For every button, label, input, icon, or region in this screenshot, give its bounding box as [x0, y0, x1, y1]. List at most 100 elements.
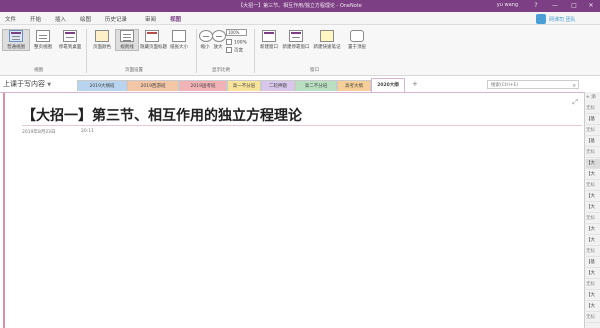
ribbon-separator [254, 29, 255, 73]
ribbon-separator [196, 29, 197, 73]
user-name[interactable]: yu wang [497, 2, 518, 8]
page-list-item[interactable]: 【基 [586, 137, 600, 147]
close-button[interactable]: ✕ [584, 0, 598, 12]
normal-view-button[interactable]: 普通视图 [2, 29, 30, 51]
title-underline [22, 125, 582, 126]
page-list-item[interactable]: 无标 [586, 126, 600, 136]
zoom-level-select[interactable]: 100% [226, 29, 247, 36]
new-window-label: 新建窗口 [260, 45, 278, 50]
zoom-select-row: 100% [226, 29, 247, 36]
tab-review[interactable]: 审阅 [145, 15, 156, 23]
zoom-in-icon [212, 30, 226, 42]
page-list-item[interactable]: 【大 [586, 192, 600, 202]
page-time: 20:11 [81, 129, 94, 134]
page-canvas[interactable]: ⤢ 【大招一】第三节、相互作用的独立方程理论 2019年8月23日 20:11 [3, 93, 584, 328]
add-section-button[interactable]: + [412, 80, 418, 88]
tab-insert[interactable]: 插入 [55, 15, 66, 23]
ribbon-tab-strip: 文件 开始 插入 绘图 历史记录 审阅 视图 [0, 12, 600, 26]
help-button[interactable]: ? [529, 0, 543, 12]
group-views-label: 视图 [34, 68, 43, 73]
page-list-item[interactable]: 无标 [586, 181, 600, 191]
pin-icon [350, 30, 364, 42]
title-bar: 【大招一】第三节、相互作用/独立方程理论 - OneNote yu wang ?… [0, 0, 600, 12]
page-list-item[interactable]: 【大 [586, 236, 600, 246]
full-page-view-label: 整页视图 [34, 45, 52, 50]
new-window-button[interactable]: 新建窗口 [258, 30, 280, 50]
keep-on-top-label: 置于顶层 [348, 45, 366, 50]
new-docked-window-button[interactable]: 新建停靠窗口 [282, 30, 310, 50]
add-page-button[interactable]: + 添 [586, 94, 596, 100]
section-tab-2019-xiyou[interactable]: 2019西游班 [127, 80, 179, 91]
tab-view[interactable]: 视图 [167, 15, 184, 26]
tab-history[interactable]: 历史记录 [105, 15, 127, 23]
page-color-label: 页面颜色 [93, 45, 111, 50]
section-tab-2019-guokao[interactable]: 2019国考班 [179, 80, 227, 91]
group-window-label: 窗口 [310, 68, 319, 73]
zoom-100-option[interactable]: 100% [226, 39, 247, 46]
page-list-item[interactable]: 【大 [586, 302, 600, 312]
pages-pane: + 添 无标 【基 无标 【基 无标 【大 【大 无标 【大 【大 无标 【大 【大 无标 【基 【大 无标 【大… [584, 92, 600, 328]
zoom-out-icon [199, 30, 213, 42]
search-input[interactable]: 搜索(Ctrl+E) ⌕ [487, 80, 579, 89]
paper-size-icon [172, 30, 186, 42]
keep-on-top-button[interactable]: 置于顶层 [344, 30, 370, 50]
section-tab-gaokao[interactable]: 高考大纲 [337, 80, 371, 91]
tab-home[interactable]: 开始 [30, 15, 41, 23]
rule-lines-button[interactable]: 规则线 [115, 29, 139, 51]
ribbon: 普通视图 整页视图 停靠到桌面 视图 页面颜色 规则线 隐藏页面标题 纸张大小 … [0, 25, 600, 76]
normal-view-label: 普通视图 [7, 45, 25, 50]
group-page-setup-label: 页面设置 [125, 68, 143, 73]
full-page-view-button[interactable]: 整页视图 [31, 30, 55, 50]
page-color-icon [95, 30, 109, 42]
section-tab-erlun[interactable]: 二轮押题 [261, 80, 295, 91]
minimize-button[interactable]: — [548, 0, 562, 12]
tab-draw[interactable]: 绘图 [80, 15, 91, 23]
chevron-down-icon: ▼ [47, 82, 52, 88]
rule-lines-icon [120, 30, 134, 42]
hide-page-title-label: 隐藏页面标题 [140, 45, 167, 50]
page-list-item[interactable]: 【大 [586, 269, 600, 279]
section-tab-gaoyi[interactable]: 高一不分层 [227, 80, 261, 91]
tab-file[interactable]: 文件 [5, 15, 16, 23]
zoom-out-button[interactable]: 缩小 [199, 30, 213, 50]
page-list-item[interactable]: 无标 [586, 280, 600, 290]
section-tab-2019-dagang[interactable]: 2019大纲班 [77, 80, 127, 91]
page-title[interactable]: 【大招一】第三节、相互作用的独立方程理论 [22, 105, 302, 125]
page-list-item[interactable]: 无标 [586, 214, 600, 224]
expand-icon[interactable]: ⤢ [572, 98, 578, 107]
dock-to-desktop-button[interactable]: 停靠到桌面 [57, 30, 83, 50]
dock-to-desktop-label: 停靠到桌面 [58, 45, 82, 50]
maximize-button[interactable]: □ [567, 0, 581, 12]
page-list-item[interactable]: 【基 [586, 115, 600, 125]
quick-note-icon [320, 30, 334, 42]
page-list-item[interactable]: 无标 [586, 313, 600, 323]
page-list-item[interactable]: 【大 [586, 159, 600, 169]
new-window-icon [262, 30, 276, 42]
zoom-in-button[interactable]: 放大 [212, 30, 226, 50]
brand-logo-text: 网课司 团队 [549, 17, 576, 23]
notebook-name: 上课于写内容 [3, 80, 45, 88]
new-docked-window-label: 新建停靠窗口 [282, 45, 310, 50]
page-list-item[interactable]: 无标 [586, 247, 600, 257]
full-page-view-icon [36, 30, 50, 42]
page-list-item[interactable]: 【基 [586, 258, 600, 268]
group-zoom-label: 显示比例 [212, 68, 230, 73]
page-color-button[interactable]: 页面颜色 [90, 30, 114, 50]
brand-mark-icon [536, 14, 546, 24]
paper-size-button[interactable]: 纸张大小 [166, 30, 192, 50]
hide-page-title-button[interactable]: 隐藏页面标题 [140, 30, 167, 50]
notebook-selector[interactable]: 上课于写内容 ▼ [3, 79, 51, 89]
section-tab-2020-dagang[interactable]: 2020大纲 [371, 78, 405, 92]
page-list-item[interactable]: 【大 [586, 170, 600, 180]
page-list-item[interactable]: 无标 [586, 104, 600, 114]
normal-view-icon [9, 30, 23, 42]
section-tab-bar: 上课于写内容 ▼ 2019大纲班 2019西游班 2019国考班 高一不分层 二… [0, 76, 600, 93]
page-list-item[interactable]: 【大 [586, 291, 600, 301]
zoom-page-width-option[interactable]: 页宽 [226, 47, 243, 54]
new-quick-note-button[interactable]: 新建快速笔记 [312, 30, 342, 50]
page-list-item[interactable]: 【大 [586, 203, 600, 213]
ribbon-separator [86, 29, 87, 73]
page-list-item[interactable]: 无标 [586, 148, 600, 158]
page-list-item[interactable]: 【大 [586, 225, 600, 235]
section-tab-gaoer[interactable]: 高二不分班 [295, 80, 337, 91]
